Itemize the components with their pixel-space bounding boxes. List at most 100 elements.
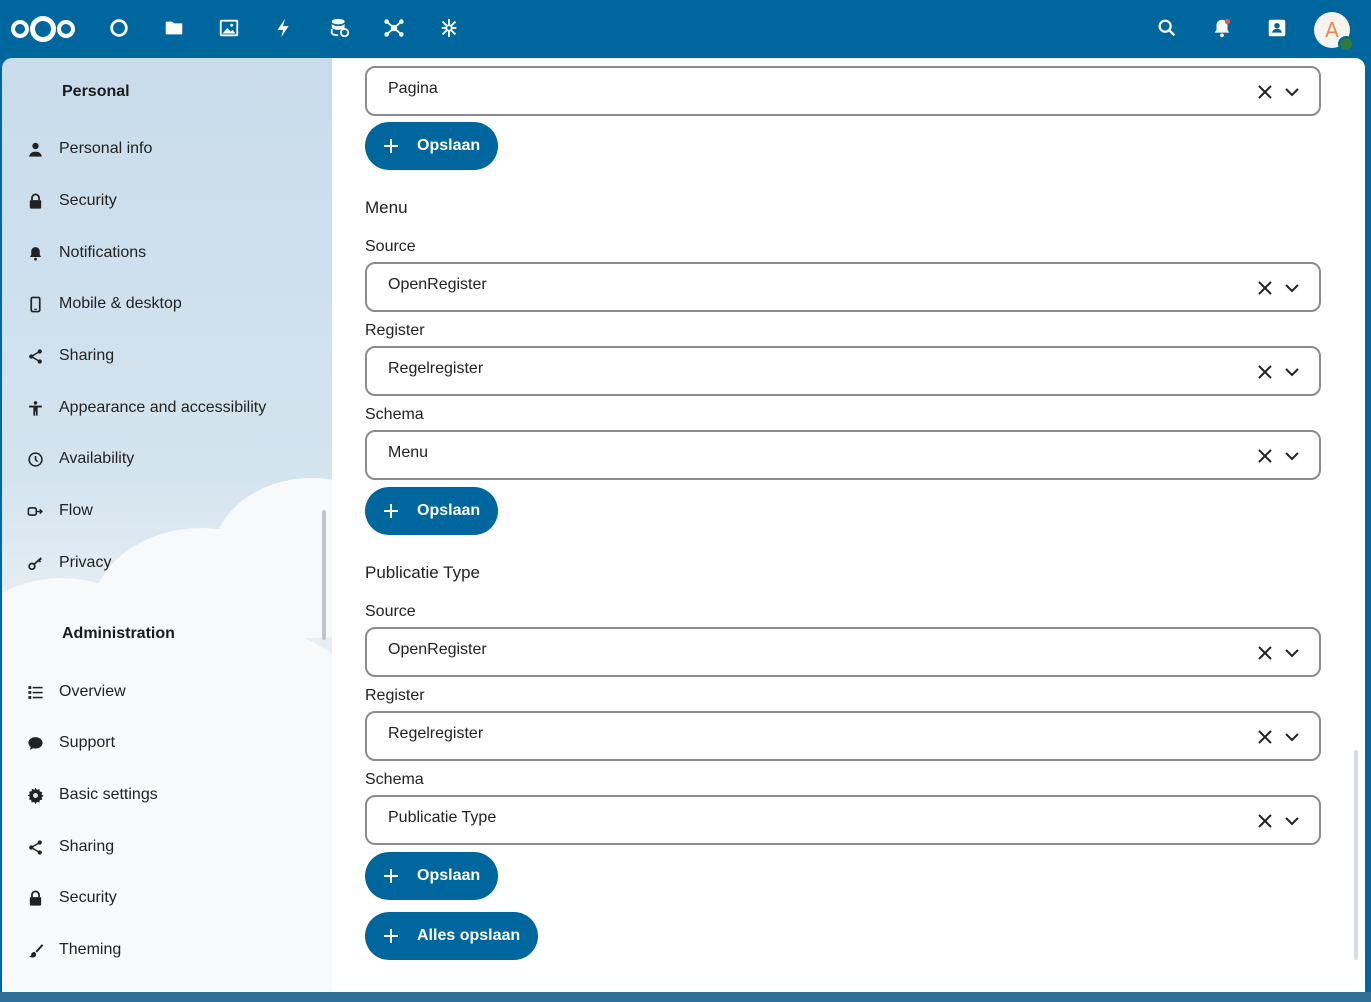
search-icon[interactable] [1154,15,1180,41]
share-icon [26,347,44,365]
sidebar-item-notifications[interactable]: Notifications [2,231,332,275]
clock-icon [26,450,44,468]
sidebar-item-privacy[interactable]: Privacy [2,541,332,585]
image-icon[interactable] [216,15,242,41]
sidebar-item-overview[interactable]: Overview [2,670,332,714]
publicatie-section-title: Publicatie Type [365,563,480,582]
sidebar-scrollbar[interactable] [322,510,326,640]
bell-icon [26,244,44,262]
sidebar-item-label: Appearance and accessibility [59,399,267,416]
menu-register-label: Register [365,322,425,339]
custom-app-icon[interactable] [436,15,462,41]
save-all-button-label: Alles opslaan [417,927,521,944]
sidebar-item-mobile-desktop[interactable]: Mobile & desktop [2,282,332,326]
hub-icon[interactable] [381,15,407,41]
select-value: OpenRegister [388,276,487,293]
save-button[interactable]: Opslaan [365,122,499,170]
sidebar-item-basic-settings[interactable]: Basic settings [2,773,332,817]
menu-source-select[interactable]: OpenRegister [365,262,1321,312]
select-value: Pagina [388,80,438,97]
gear-icon [26,786,44,804]
save-button-label: Opslaan [417,867,481,884]
chevron-down-icon[interactable] [1284,729,1300,745]
select-value: Regelregister [388,725,484,742]
sidebar-item-label: Notifications [59,244,147,261]
save-button-label: Opslaan [417,502,481,519]
sidebar-item-sharing[interactable]: Sharing [2,334,332,378]
clear-icon[interactable] [1257,813,1273,829]
sidebar-item-personal-info[interactable]: Personal info [2,127,332,171]
chevron-down-icon[interactable] [1284,280,1300,296]
contacts-icon[interactable] [1264,15,1290,41]
sidebar-item-security[interactable]: Security [2,179,332,223]
sidebar-item-flow[interactable]: Flow [2,489,332,533]
publicatie-register-select[interactable]: Regelregister [365,711,1321,761]
clear-icon[interactable] [1257,448,1273,464]
chevron-down-icon[interactable] [1284,364,1300,380]
lightning-icon[interactable] [271,15,297,41]
sidebar-item-availability[interactable]: Availability [2,437,332,481]
main-scrollbar[interactable] [1354,750,1358,960]
sidebar-item-label: Security [59,192,117,209]
dashboard-circle-icon[interactable] [106,15,132,41]
flow-icon [26,502,44,520]
sidebar-item-admin-sharing[interactable]: Sharing [2,825,332,869]
publicatie-schema-label: Schema [365,771,424,788]
lock-icon [26,889,44,907]
nextcloud-logo[interactable] [8,13,78,45]
publicatie-register-label: Register [365,687,425,704]
sidebar-item-label: Privacy [59,554,112,571]
avatar-initial: A [1325,18,1339,42]
sidebar-item-label: Flow [59,502,93,519]
plus-icon [384,139,398,153]
list-icon [26,683,44,701]
brush-icon [26,941,44,959]
clear-icon[interactable] [1257,84,1273,100]
person-icon [26,140,44,158]
chevron-down-icon[interactable] [1284,84,1300,100]
select-value: Menu [388,444,429,461]
sidebar-item-theming[interactable]: Theming [2,928,332,972]
chevron-down-icon[interactable] [1284,645,1300,661]
save-all-button[interactable]: Alles opslaan [365,912,539,960]
publicatie-save-button[interactable]: Opslaan [365,852,499,900]
sidebar-item-label: Security [59,889,117,906]
save-button-label: Opslaan [417,137,481,154]
bottom-background-strip [0,992,1371,1002]
sidebar-item-support[interactable]: Support [2,721,332,765]
clear-icon[interactable] [1257,729,1273,745]
publicatie-source-label: Source [365,603,416,620]
sidebar-item-label: Overview [59,683,126,700]
chevron-down-icon[interactable] [1284,448,1300,464]
online-status-dot [1338,36,1354,52]
menu-schema-select[interactable]: Menu [365,430,1321,480]
sidebar-item-appearance[interactable]: Appearance and accessibility [2,386,332,430]
accessibility-icon [26,399,44,417]
chevron-down-icon[interactable] [1284,813,1300,829]
database-sync-icon[interactable] [327,15,353,41]
top-schema-select[interactable]: Pagina [365,66,1321,116]
select-value: OpenRegister [388,641,487,658]
menu-source-label: Source [365,238,416,255]
clear-icon[interactable] [1257,645,1273,661]
plus-icon [384,504,398,518]
folder-icon[interactable] [161,15,187,41]
publicatie-source-select[interactable]: OpenRegister [365,627,1321,677]
main-content: Pagina Opslaan Menu Source OpenRegister … [332,58,1365,992]
publicatie-schema-select[interactable]: Publicatie Type [365,795,1321,845]
sidebar-item-admin-security[interactable]: Security [2,876,332,920]
administration-heading: Administration [62,625,175,642]
menu-register-select[interactable]: Regelregister [365,346,1321,396]
menu-save-button[interactable]: Opslaan [365,487,499,535]
clear-icon[interactable] [1257,364,1273,380]
sidebar-item-label: Sharing [59,347,115,364]
plus-icon [384,869,398,883]
bell-icon[interactable] [1209,15,1235,41]
lock-icon [26,192,44,210]
settings-sidebar: Personal Personal info Security Notifica… [2,58,332,992]
clear-icon[interactable] [1257,280,1273,296]
sidebar-item-label: Availability [59,450,135,467]
avatar[interactable]: A [1314,12,1354,52]
menu-section-title: Menu [365,198,408,217]
sidebar-item-label: Basic settings [59,786,158,803]
